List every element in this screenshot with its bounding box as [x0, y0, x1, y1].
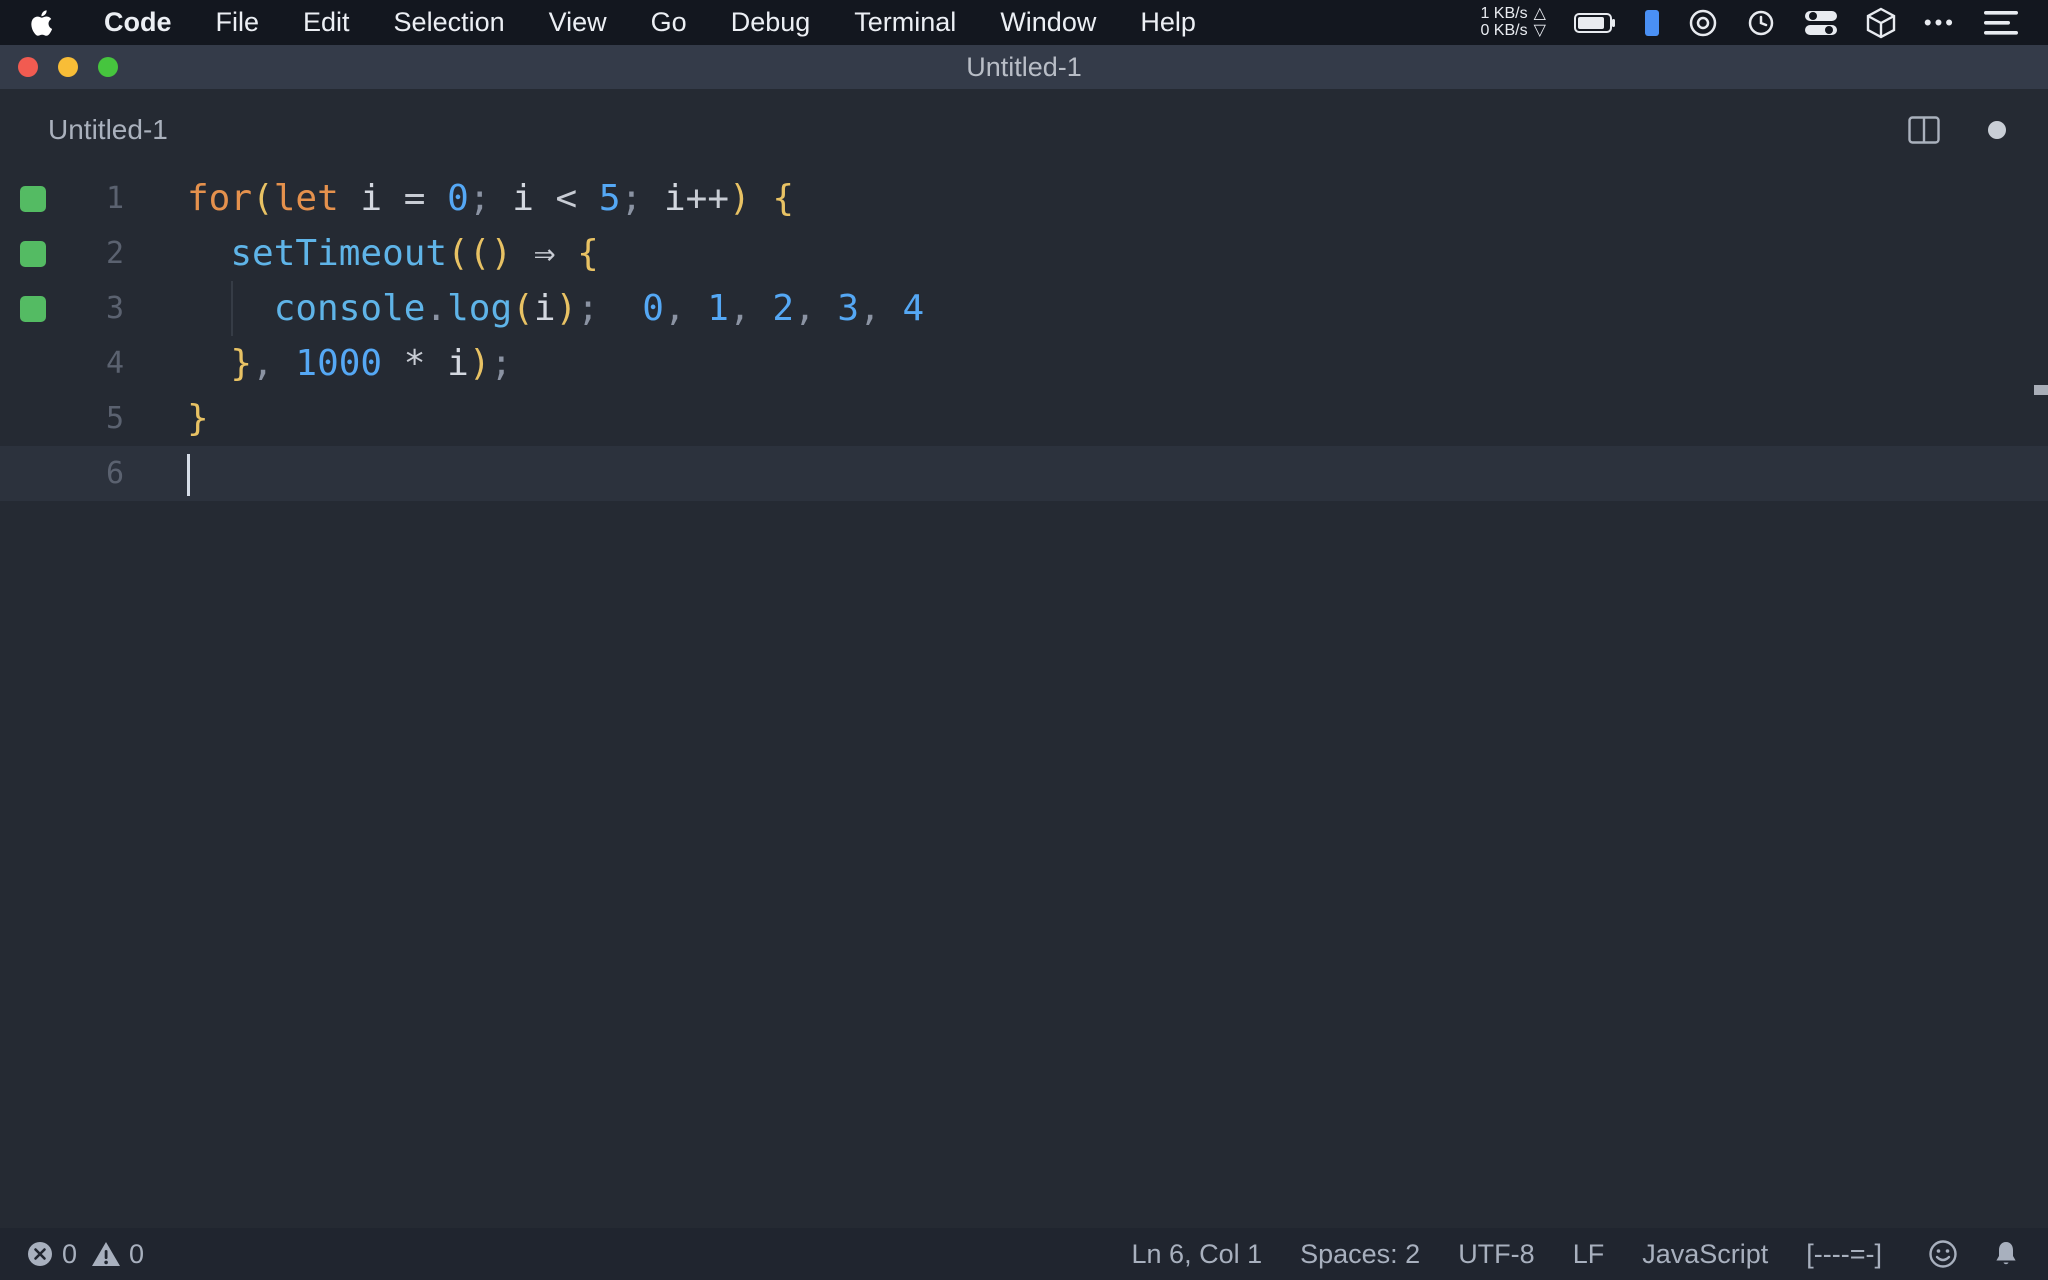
- gutter-marker: [0, 281, 64, 336]
- code-content: setTimeout(() ⇒ {: [230, 233, 599, 274]
- error-count: 0: [62, 1238, 78, 1269]
- menu-selection[interactable]: Selection: [372, 7, 527, 38]
- code-content: for(let i = 0; i < 5; i++) {: [187, 178, 795, 219]
- gutter-space: [0, 446, 64, 501]
- status-utf-8[interactable]: UTF-8: [1458, 1239, 1535, 1270]
- code-line-5[interactable]: 5}: [0, 391, 2048, 446]
- text-cursor: [187, 454, 190, 496]
- gutter-marker: [0, 171, 64, 226]
- gutter-space: [0, 336, 64, 391]
- code-content: }, 1000 * i);: [230, 343, 513, 384]
- line-number: 2: [105, 236, 124, 271]
- list-menu-icon[interactable]: [1984, 10, 2018, 36]
- upload-speed: 1 KB/s: [1480, 4, 1528, 22]
- upload-arrow-icon: △: [1533, 4, 1546, 22]
- status-lf[interactable]: LF: [1573, 1239, 1605, 1270]
- tab-untitled-1[interactable]: Untitled-1: [48, 114, 168, 146]
- statusbar: 0 0 Ln 6, Col 1 Spaces: 2 UTF-8 LF JavaScrip…: [0, 1228, 2048, 1280]
- menubar: Code File Edit Selection View Go Debug Terminal…: [0, 0, 2048, 45]
- code-line-1[interactable]: 1 for(let i = 0; i < 5; i++) {: [0, 171, 2048, 226]
- status-javascript[interactable]: JavaScript: [1642, 1239, 1768, 1270]
- menu-help[interactable]: Help: [1118, 7, 1218, 38]
- status-[interactable]: [----=-]: [1806, 1239, 1882, 1270]
- menu-debug[interactable]: Debug: [709, 7, 833, 38]
- code-line-6[interactable]: 6: [0, 446, 2048, 501]
- line-number: 3: [105, 291, 124, 326]
- line-number: 5: [105, 401, 124, 436]
- code-content: console.log(i); 0, 1, 2, 3, 4: [124, 281, 924, 336]
- window-title: Untitled-1: [966, 51, 1082, 82]
- download-speed: 0 KB/s: [1480, 21, 1528, 39]
- network-speed-indicator[interactable]: 1 KB/s △ 0 KB/s ▽: [1480, 4, 1546, 40]
- unsaved-changes-dot[interactable]: [1988, 121, 2006, 139]
- feedback-smiley-icon[interactable]: [1928, 1239, 1958, 1269]
- gutter-marker: [0, 226, 64, 281]
- apple-logo-icon: [30, 8, 56, 38]
- window-titlebar: Untitled-1: [0, 45, 2048, 89]
- warning-count: 0: [129, 1238, 145, 1269]
- code-content: [124, 446, 190, 501]
- problems-warnings[interactable]: 0: [91, 1239, 144, 1270]
- error-icon: [26, 1240, 54, 1268]
- editor-lines: 1 for(let i = 0; i < 5; i++) { 2 setTimeou…: [0, 171, 2048, 501]
- menu-go[interactable]: Go: [629, 7, 709, 38]
- statusbar-items: Ln 6, Col 1 Spaces: 2 UTF-8 LF JavaScript [--…: [1132, 1239, 1882, 1270]
- menubar-items: Code File Edit Selection View Go Debug Terminal…: [82, 7, 1218, 38]
- history-clock-icon[interactable]: [1746, 8, 1776, 38]
- problems-errors[interactable]: 0: [26, 1239, 77, 1270]
- menubar-status-icons: 1 KB/s △ 0 KB/s ▽ •••: [1480, 4, 2048, 40]
- status-spaces-2[interactable]: Spaces: 2: [1300, 1239, 1420, 1270]
- toggles-icon[interactable]: [1804, 9, 1838, 37]
- overview-ruler-marker[interactable]: [2034, 385, 2048, 395]
- code-line-3[interactable]: 3 console.log(i); 0, 1, 2, 3, 4: [0, 281, 2048, 336]
- editor-tabbar: Untitled-1: [0, 89, 2048, 171]
- loom-icon[interactable]: [1688, 8, 1718, 38]
- split-editor-icon[interactable]: [1908, 116, 1940, 144]
- more-menu-icon[interactable]: •••: [1924, 10, 1956, 36]
- line-number: 4: [105, 346, 124, 381]
- line-number: 1: [105, 181, 124, 216]
- menu-window[interactable]: Window: [978, 7, 1118, 38]
- indent-guide: [231, 281, 233, 336]
- editor[interactable]: 1 for(let i = 0; i < 5; i++) { 2 setTimeou…: [0, 171, 2048, 1228]
- menu-code[interactable]: Code: [82, 7, 194, 38]
- menu-view[interactable]: View: [527, 7, 629, 38]
- status-ln-6-col-1[interactable]: Ln 6, Col 1: [1132, 1239, 1263, 1270]
- cube-icon[interactable]: [1866, 7, 1896, 39]
- menu-edit[interactable]: Edit: [281, 7, 372, 38]
- phone-icon[interactable]: [1644, 9, 1660, 37]
- code-content: }: [187, 398, 209, 439]
- line-number: 6: [105, 456, 124, 491]
- code-line-2[interactable]: 2 setTimeout(() ⇒ {: [0, 226, 2048, 281]
- gutter-space: [0, 391, 64, 446]
- menu-terminal[interactable]: Terminal: [832, 7, 978, 38]
- warning-icon: [91, 1240, 121, 1268]
- download-arrow-icon: ▽: [1533, 21, 1546, 39]
- notifications-bell-icon[interactable]: [1992, 1239, 2020, 1269]
- menu-file[interactable]: File: [194, 7, 282, 38]
- battery-icon[interactable]: [1573, 12, 1616, 34]
- apple-menu[interactable]: [0, 8, 82, 38]
- code-line-4[interactable]: 4 }, 1000 * i);: [0, 336, 2048, 391]
- screen: Code File Edit Selection View Go Debug Terminal…: [0, 0, 2048, 1280]
